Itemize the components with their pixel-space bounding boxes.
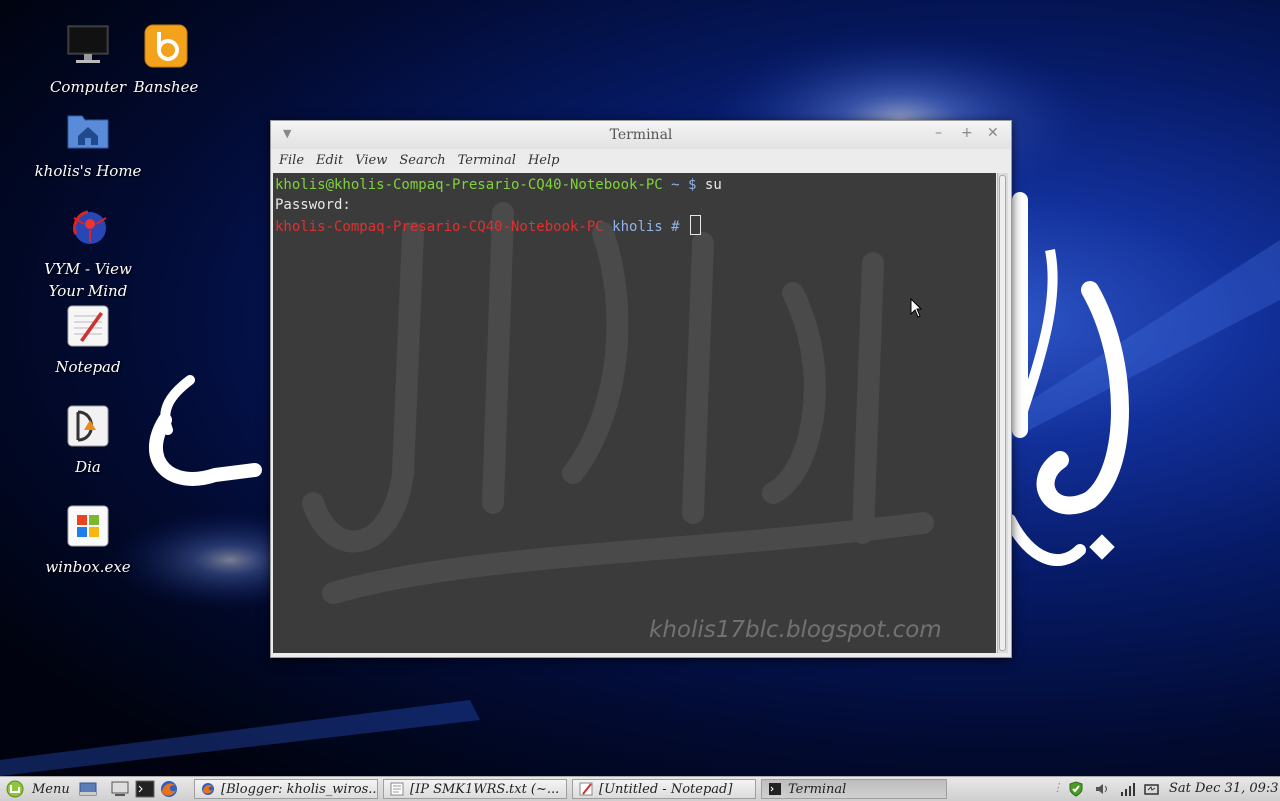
prompt-path: ~ $ (662, 177, 705, 193)
terminal-icon (769, 783, 781, 795)
desktop-icon-label: Banshee (133, 78, 199, 96)
menu-file[interactable]: File (279, 149, 312, 171)
terminal-icon (135, 780, 155, 798)
scrollbar-thumb[interactable] (999, 175, 1006, 651)
mint-logo-icon (6, 780, 24, 798)
taskbar-window-terminal[interactable]: Terminal (761, 779, 947, 799)
taskbar-window-blogger[interactable]: [Blogger: kholis_wiros... (194, 779, 378, 799)
taskbar-window-label: [Blogger: kholis_wiros... (221, 781, 378, 797)
terminal-line: kholis-Compaq-Presario-CQ40-Notebook-PC … (275, 215, 722, 237)
terminal-area[interactable]: kholis@kholis-Compaq-Presario-CQ40-Noteb… (273, 173, 996, 653)
taskbar: Menu [Blogger: kholis_wiros... [IP SMK1W… (0, 776, 1280, 801)
taskbar-window-notepad[interactable]: [Untitled - Notepad] (572, 779, 756, 799)
launcher-computer[interactable] (110, 779, 130, 799)
menu-edit[interactable]: Edit (316, 149, 351, 171)
desktop-icon-winbox[interactable]: winbox.exe (28, 504, 148, 578)
desktop-icon-label: VYM - View Your Mind (44, 260, 132, 300)
firefox-icon (161, 781, 177, 797)
menu-terminal[interactable]: Terminal (458, 149, 524, 171)
notepad-icon (67, 305, 109, 347)
clock[interactable]: Sat Dec 31, 09:37 (1169, 781, 1280, 796)
window-title: Terminal (609, 127, 673, 143)
terminal-output: kholis@kholis-Compaq-Presario-CQ40-Noteb… (275, 175, 722, 237)
menubar: File Edit View Search Terminal Help (271, 149, 1011, 171)
notepad-icon (579, 782, 593, 796)
terminal-watermark: kholis17blc.blogspot.com (649, 617, 942, 643)
menu-label: Menu (32, 781, 70, 797)
launcher-terminal[interactable] (135, 779, 155, 799)
volume-icon[interactable] (1094, 781, 1110, 797)
taskbar-window-ip-txt[interactable]: [IP SMK1WRS.txt (~... (383, 779, 567, 799)
desktop-icon-label: winbox.exe (45, 558, 131, 576)
close-button[interactable]: ✕ (987, 125, 999, 141)
firefox-icon (202, 783, 214, 795)
desktop-icon (79, 782, 97, 796)
root-prompt-host: kholis-Compaq-Presario-CQ40-Notebook-PC (275, 219, 604, 235)
taskbar-window-label: [Untitled - Notepad] (599, 781, 733, 797)
terminal-line: Password: (275, 195, 722, 215)
winbox-icon (67, 505, 109, 547)
menu-view[interactable]: View (355, 149, 395, 171)
computer-icon (67, 25, 109, 63)
desktop-icon-dia[interactable]: Dia (28, 404, 148, 478)
terminal-window: ▼ Terminal – + ✕ File Edit View Search T… (270, 120, 1012, 658)
tray-handle-icon: ⋮ (1052, 781, 1063, 794)
terminal-scrollbar[interactable] (997, 173, 1008, 653)
start-menu-button[interactable]: Menu (6, 779, 70, 799)
text-cursor (690, 215, 702, 235)
home-folder-icon (67, 115, 109, 149)
vym-icon (73, 210, 107, 244)
command-text: su (704, 177, 722, 193)
desktop-icon-home[interactable]: kholis's Home (28, 108, 148, 182)
show-desktop-button[interactable] (78, 779, 98, 799)
window-titlebar[interactable]: ▼ Terminal – + ✕ (271, 121, 1011, 149)
menu-search[interactable]: Search (399, 149, 453, 171)
launcher-firefox[interactable] (159, 779, 179, 799)
menu-help[interactable]: Help (528, 149, 568, 171)
dia-icon (67, 405, 109, 447)
terminal-background-art (302, 202, 934, 604)
desktop-icon-label: Notepad (55, 358, 121, 376)
prompt-user-host: kholis@kholis-Compaq-Presario-CQ40-Noteb… (275, 177, 663, 193)
mouse-pointer-icon (910, 298, 922, 318)
banshee-icon (144, 24, 188, 68)
password-prompt: Password: (275, 197, 351, 213)
battery-icon[interactable] (1144, 781, 1160, 797)
desktop-icon-banshee[interactable]: Banshee (106, 24, 226, 98)
taskbar-window-label: Terminal (788, 781, 847, 797)
minimize-button[interactable]: – (935, 125, 942, 141)
terminal-line: kholis@kholis-Compaq-Presario-CQ40-Noteb… (275, 175, 722, 195)
taskbar-window-label: [IP SMK1WRS.txt (~... (410, 781, 560, 797)
text-editor-icon (390, 782, 404, 796)
computer-icon (111, 781, 129, 796)
signal-strength-icon[interactable] (1120, 781, 1136, 797)
update-shield-icon[interactable] (1068, 781, 1084, 797)
desktop-icon-label: Dia (75, 458, 101, 476)
desktop-icon-vym[interactable]: VYM - View Your Mind (28, 206, 148, 302)
root-prompt-path: kholis # (603, 219, 689, 235)
desktop-icon-label: kholis's Home (34, 162, 142, 180)
maximize-button[interactable]: + (961, 125, 973, 141)
desktop-icon-notepad[interactable]: Notepad (28, 304, 148, 378)
